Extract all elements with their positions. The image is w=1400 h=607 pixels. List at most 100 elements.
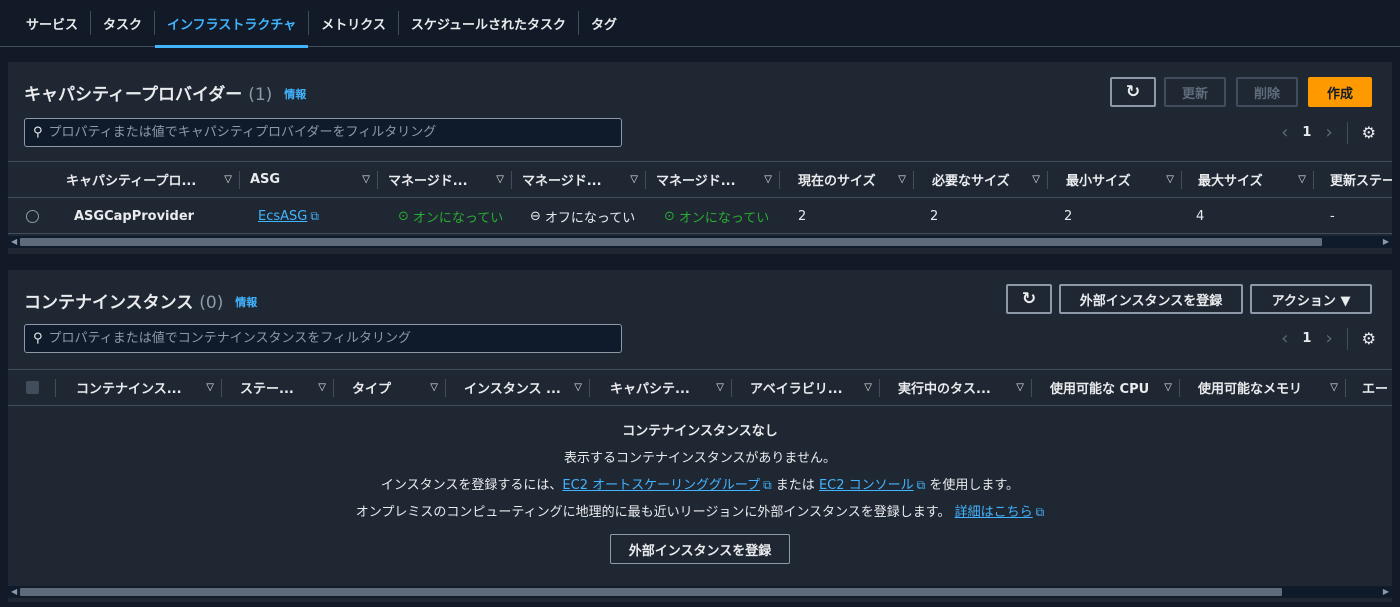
table-row[interactable]: ASGCapProvider EcsASG ⧉ ⊙ オンになってい ⊖ オフになってい… <box>8 198 1392 234</box>
capacity-providers-title: キャパシティープロバイダー (1) 情報 <box>24 80 306 105</box>
refresh-icon: ↻ <box>1125 82 1141 102</box>
column-label: キャパシテ... <box>610 382 690 397</box>
radio-button[interactable] <box>26 209 39 223</box>
cell-managed-2: ⊖ オフになってい <box>530 198 658 234</box>
instances-search-input[interactable] <box>48 331 589 346</box>
column-label: ASG <box>250 172 281 187</box>
sort-icon: ▽ <box>716 382 724 393</box>
scroll-right-icon[interactable]: ▶ <box>1383 586 1389 598</box>
external-link-icon: ⧉ <box>916 478 926 492</box>
column-divider <box>1179 379 1180 397</box>
register-external-instance-button[interactable]: 外部インスタンスを登録 <box>1059 284 1243 314</box>
capacity-table-header: キャパシティープロ... ▽ ASG ▽ マネージド... ▽ マネージド... ▽ マ… <box>8 161 1392 198</box>
tab-tasks[interactable]: タスク <box>91 0 154 47</box>
prev-page-icon[interactable]: ‹ <box>1281 122 1288 143</box>
external-link-icon: ⧉ <box>310 208 319 223</box>
column-header-running-tasks[interactable]: 実行中のタス... ▽ <box>888 370 1032 405</box>
sort-icon: ▽ <box>496 174 504 185</box>
horizontal-scrollbar[interactable]: ◀ ▶ <box>8 586 1392 598</box>
ec2-autoscaling-group-link[interactable]: EC2 オートスケーリンググループ <box>562 478 760 493</box>
page-number[interactable]: 1 <box>1302 125 1311 140</box>
search-icon: ⚲ <box>33 125 43 140</box>
cell-name: ASGCapProvider <box>74 208 195 224</box>
scroll-left-icon[interactable]: ◀ <box>11 236 17 248</box>
column-header-agent[interactable]: エー <box>1352 370 1392 405</box>
update-button[interactable]: 更新 <box>1164 77 1226 107</box>
refresh-button[interactable]: ↻ <box>1110 77 1156 107</box>
column-label: 最小サイズ <box>1066 174 1131 189</box>
tab-infrastructure[interactable]: インフラストラクチャ <box>155 0 309 48</box>
row-radio[interactable] <box>26 198 39 234</box>
empty-register-external-instance-button[interactable]: 外部インスタンスを登録 <box>609 534 791 564</box>
page-number[interactable]: 1 <box>1302 331 1311 346</box>
tab-tags[interactable]: タグ <box>579 0 629 47</box>
cell-managed-3: ⊙ オンになってい <box>664 198 792 234</box>
cell-max-size: 4 <box>1196 208 1205 224</box>
scroll-thumb[interactable] <box>20 238 1322 246</box>
cell-asg[interactable]: EcsASG ⧉ <box>258 198 319 234</box>
info-link[interactable]: 情報 <box>235 296 257 309</box>
select-all-checkbox[interactable] <box>26 381 39 394</box>
column-header-managed-3[interactable]: マネージド... ▽ <box>646 162 780 197</box>
gear-icon[interactable]: ⚙ <box>1362 329 1376 348</box>
scroll-right-icon[interactable]: ▶ <box>1383 236 1389 248</box>
capacity-providers-panel: キャパシティープロバイダー (1) 情報 ↻ 更新 削除 作成 ⚲ ‹ 1 › … <box>8 62 1392 254</box>
column-header-desired-size[interactable]: 必要なサイズ ▽ <box>922 162 1048 197</box>
capacity-filter[interactable]: ⚲ <box>24 118 622 147</box>
sort-icon: ▽ <box>864 382 872 393</box>
sort-icon: ▽ <box>1164 382 1172 393</box>
column-header-capacity[interactable]: キャパシテ... ▽ <box>600 370 732 405</box>
refresh-button[interactable]: ↻ <box>1006 284 1052 314</box>
column-header-status[interactable]: ステー... ▽ <box>230 370 334 405</box>
column-header-managed-2[interactable]: マネージド... ▽ <box>512 162 646 197</box>
column-label: 現在のサイズ <box>798 174 876 189</box>
scroll-thumb[interactable] <box>20 588 1282 596</box>
next-page-icon[interactable]: › <box>1325 328 1332 349</box>
panel-title-text: コンテナインスタンス <box>24 293 194 313</box>
column-header-managed-1[interactable]: マネージド... ▽ <box>378 162 512 197</box>
horizontal-scrollbar[interactable]: ◀ ▶ <box>8 236 1392 248</box>
column-divider <box>221 379 222 397</box>
column-header-update-status[interactable]: 更新ステー <box>1320 162 1392 197</box>
column-label: 更新ステー <box>1330 174 1392 189</box>
column-header-availability-zone[interactable]: アベイラビリ... ▽ <box>740 370 880 405</box>
delete-button[interactable]: 削除 <box>1236 77 1298 107</box>
info-link[interactable]: 情報 <box>284 88 306 101</box>
instances-table-header: コンテナインス... ▽ ステー... ▽ タイプ ▽ インスタンス ... ▽ キャパ… <box>8 369 1392 406</box>
tab-metrics[interactable]: メトリクス <box>309 0 398 47</box>
capacity-search-input[interactable] <box>48 125 589 140</box>
instances-filter[interactable]: ⚲ <box>24 324 622 353</box>
actions-button[interactable]: アクション ▼ <box>1250 284 1372 314</box>
pager-divider <box>1346 121 1348 144</box>
column-header-available-cpu[interactable]: 使用可能な CPU ▽ <box>1040 370 1180 405</box>
sort-icon: ▽ <box>318 382 326 393</box>
column-header-current-size[interactable]: 現在のサイズ ▽ <box>788 162 914 197</box>
column-label: マネージド... <box>656 174 736 189</box>
column-header-name[interactable]: キャパシティープロ... ▽ <box>56 162 240 197</box>
learn-more-link[interactable]: 詳細はこちら <box>955 505 1033 520</box>
sort-icon: ▽ <box>764 174 772 185</box>
scroll-left-icon[interactable]: ◀ <box>11 586 17 598</box>
create-button[interactable]: 作成 <box>1308 77 1372 107</box>
refresh-icon: ↻ <box>1021 289 1037 309</box>
instances-pagination: ‹ 1 › ⚙ <box>1281 324 1376 353</box>
next-page-icon[interactable]: › <box>1325 122 1332 143</box>
tab-scheduled-tasks[interactable]: スケジュールされたタスク <box>399 0 578 47</box>
gear-icon[interactable]: ⚙ <box>1362 123 1376 142</box>
ec2-console-link[interactable]: EC2 コンソール <box>819 478 914 493</box>
prev-page-icon[interactable]: ‹ <box>1281 328 1288 349</box>
column-label: アベイラビリ... <box>750 382 843 397</box>
external-link-icon: ⧉ <box>1035 505 1045 519</box>
column-header-type[interactable]: タイプ ▽ <box>342 370 446 405</box>
column-header-min-size[interactable]: 最小サイズ ▽ <box>1056 162 1182 197</box>
column-header-instance[interactable]: コンテナインス... ▽ <box>66 370 222 405</box>
asg-link[interactable]: EcsASG <box>258 209 307 224</box>
column-header-available-memory[interactable]: 使用可能なメモリ ▽ <box>1188 370 1346 405</box>
column-header-instance-id[interactable]: インスタンス ... ▽ <box>454 370 590 405</box>
column-header-asg[interactable]: ASG ▽ <box>240 162 378 197</box>
tab-services[interactable]: サービス <box>14 0 90 47</box>
select-all-cell[interactable] <box>16 370 56 405</box>
column-header-max-size[interactable]: 最大サイズ ▽ <box>1188 162 1314 197</box>
sort-icon: ▽ <box>574 382 582 393</box>
tab-bar: サービス タスク インフラストラクチャ メトリクス スケジュールされたタスク タ… <box>0 0 1400 48</box>
